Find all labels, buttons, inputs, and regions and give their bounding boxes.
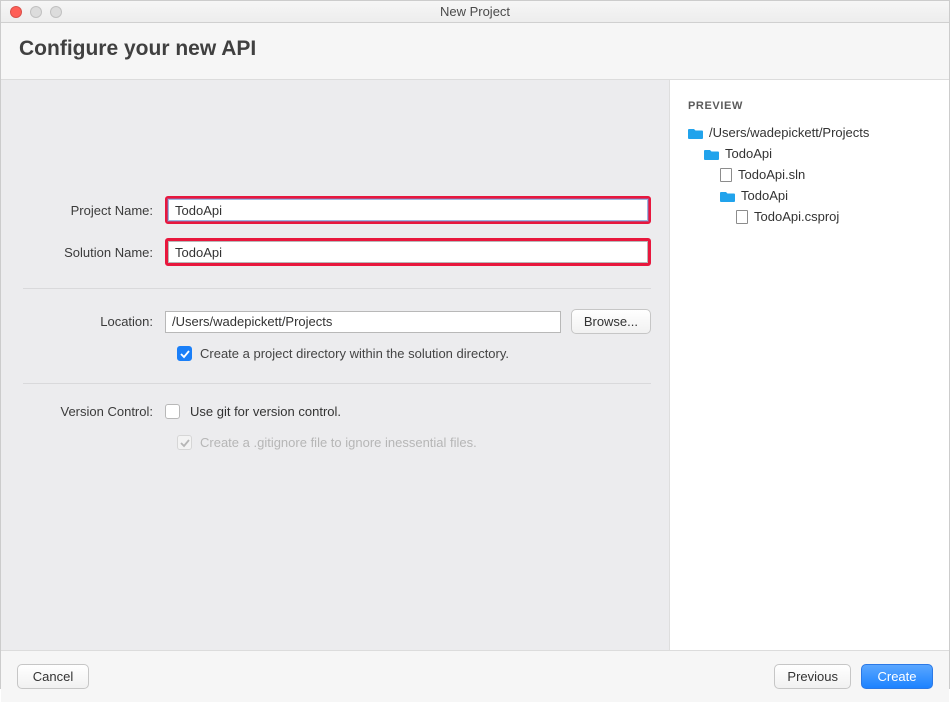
gitignore-row: Create a .gitignore file to ignore iness… bbox=[177, 435, 651, 450]
tree-folder: TodoApi bbox=[688, 185, 931, 206]
use-git-label: Use git for version control. bbox=[190, 404, 341, 419]
project-name-row: Project Name: bbox=[23, 196, 651, 224]
version-control-label: Version Control: bbox=[23, 404, 165, 419]
dialog-header: Configure your new API bbox=[1, 23, 949, 80]
dialog-footer: Cancel Previous Create bbox=[1, 650, 949, 702]
solution-name-highlight bbox=[165, 238, 651, 266]
tree-root-label: /Users/wadepickett/Projects bbox=[709, 125, 869, 140]
window-title: New Project bbox=[1, 4, 949, 19]
location-section: Location: Browse... Create a project dir… bbox=[23, 289, 651, 383]
tree-file-label: TodoApi.csproj bbox=[754, 209, 839, 224]
project-name-highlight bbox=[165, 196, 651, 224]
gitignore-checkbox bbox=[177, 435, 192, 450]
folder-icon bbox=[704, 148, 719, 160]
create-directory-row[interactable]: Create a project directory within the so… bbox=[177, 346, 651, 361]
page-title: Configure your new API bbox=[19, 37, 931, 61]
preview-heading: PREVIEW bbox=[688, 100, 931, 112]
version-control-section: Version Control: Use git for version con… bbox=[23, 384, 651, 472]
tree-folder-label: TodoApi bbox=[725, 146, 772, 161]
gitignore-label: Create a .gitignore file to ignore iness… bbox=[200, 435, 477, 450]
preview-tree: /Users/wadepickett/Projects TodoApi Todo… bbox=[688, 122, 931, 227]
tree-folder: TodoApi bbox=[688, 143, 931, 164]
location-input[interactable] bbox=[165, 311, 561, 333]
preview-pane: PREVIEW /Users/wadepickett/Projects Todo… bbox=[669, 80, 949, 650]
folder-icon bbox=[720, 190, 735, 202]
tree-file-label: TodoApi.sln bbox=[738, 167, 805, 182]
project-name-label: Project Name: bbox=[23, 203, 165, 218]
content-area: Project Name: Solution Name: Location: bbox=[1, 80, 949, 650]
title-bar: New Project bbox=[1, 1, 949, 23]
cancel-button[interactable]: Cancel bbox=[17, 664, 89, 689]
solution-name-label: Solution Name: bbox=[23, 245, 165, 260]
location-label: Location: bbox=[23, 314, 165, 329]
form-pane: Project Name: Solution Name: Location: bbox=[1, 80, 669, 650]
create-button[interactable]: Create bbox=[861, 664, 933, 689]
file-icon bbox=[736, 210, 748, 224]
create-directory-checkbox[interactable] bbox=[177, 346, 192, 361]
project-name-input[interactable] bbox=[168, 199, 648, 221]
tree-file: TodoApi.csproj bbox=[688, 206, 931, 227]
tree-file: TodoApi.sln bbox=[688, 164, 931, 185]
solution-name-row: Solution Name: bbox=[23, 238, 651, 266]
tree-folder-label: TodoApi bbox=[741, 188, 788, 203]
solution-name-input[interactable] bbox=[168, 241, 648, 263]
folder-icon bbox=[688, 127, 703, 139]
previous-button[interactable]: Previous bbox=[774, 664, 851, 689]
use-git-checkbox[interactable] bbox=[165, 404, 180, 419]
file-icon bbox=[720, 168, 732, 182]
create-directory-label: Create a project directory within the so… bbox=[200, 346, 509, 361]
browse-button[interactable]: Browse... bbox=[571, 309, 651, 334]
tree-root: /Users/wadepickett/Projects bbox=[688, 122, 931, 143]
